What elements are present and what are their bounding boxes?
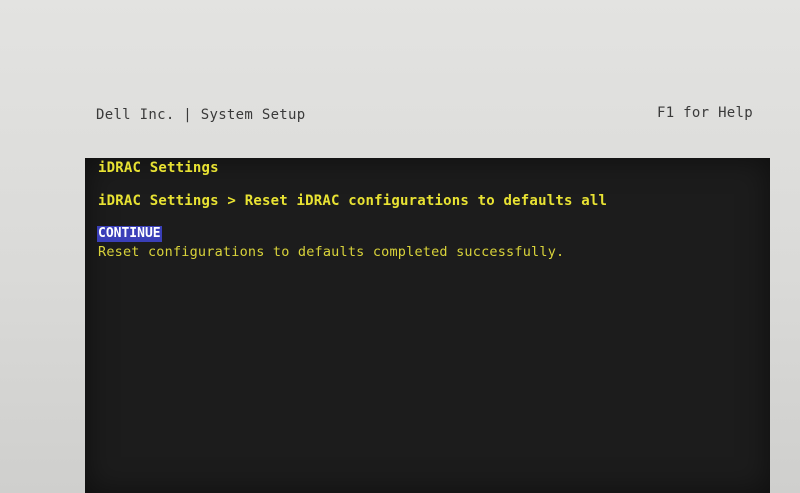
continue-button[interactable]: CONTINUE xyxy=(97,226,162,242)
setup-screen: iDRAC Settings iDRAC Settings > Reset iD… xyxy=(85,158,770,493)
page-title: iDRAC Settings xyxy=(98,160,219,176)
status-message: Reset configurations to defaults complet… xyxy=(98,244,565,260)
header-title: Dell Inc. | System Setup xyxy=(96,107,306,123)
breadcrumb: iDRAC Settings > Reset iDRAC configurati… xyxy=(98,193,608,209)
setup-header: Dell Inc. | System Setup F1 for Help xyxy=(0,0,800,158)
help-hint[interactable]: F1 for Help xyxy=(657,105,753,121)
